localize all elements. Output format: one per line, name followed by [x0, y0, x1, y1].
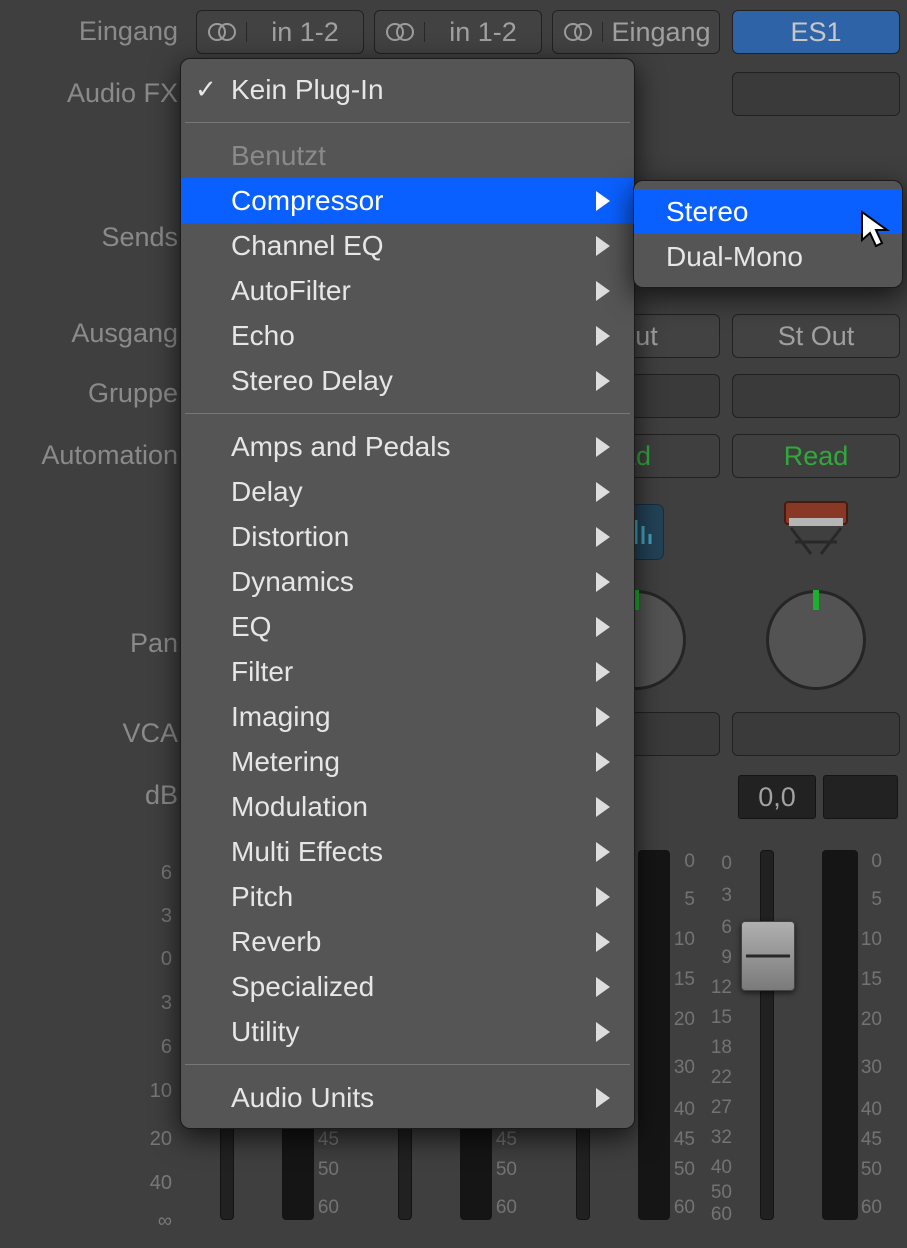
- input-label-1: in 1-2: [247, 17, 363, 48]
- menu-echo[interactable]: Echo: [181, 313, 634, 358]
- input-slot-3[interactable]: Eingang: [552, 10, 720, 54]
- automation-mode-4[interactable]: Read: [732, 434, 900, 478]
- chevron-right-icon: [596, 977, 610, 997]
- row-label-eingang: Eingang: [79, 16, 178, 47]
- menu-pitch[interactable]: Pitch: [181, 874, 634, 919]
- input-label-2: in 1-2: [425, 17, 541, 48]
- chevron-right-icon: [596, 932, 610, 952]
- menu-channel-eq[interactable]: Channel EQ: [181, 223, 634, 268]
- chevron-right-icon: [596, 281, 610, 301]
- db-value-4[interactable]: 0,0: [738, 775, 816, 819]
- group-slot-4[interactable]: [732, 374, 900, 418]
- chevron-right-icon: [596, 752, 610, 772]
- chevron-right-icon: [596, 707, 610, 727]
- check-icon: ✓: [195, 74, 217, 105]
- input-label-3: Eingang: [603, 17, 719, 48]
- menu-filter[interactable]: Filter: [181, 649, 634, 694]
- menu-specialized[interactable]: Specialized: [181, 964, 634, 1009]
- chevron-right-icon: [596, 191, 610, 211]
- chevron-right-icon: [596, 887, 610, 907]
- menu-metering[interactable]: Metering: [181, 739, 634, 784]
- menu-imaging[interactable]: Imaging: [181, 694, 634, 739]
- plugin-menu[interactable]: ✓ Kein Plug-In Benutzt Compressor Channe…: [180, 58, 635, 1129]
- chevron-right-icon: [596, 527, 610, 547]
- menu-separator: [185, 1064, 630, 1065]
- menu-dynamics[interactable]: Dynamics: [181, 559, 634, 604]
- stereo-icon: [553, 22, 603, 42]
- chevron-right-icon: [596, 797, 610, 817]
- chevron-right-icon: [596, 236, 610, 256]
- menu-multi-effects[interactable]: Multi Effects: [181, 829, 634, 874]
- menu-eq[interactable]: EQ: [181, 604, 634, 649]
- chevron-right-icon: [596, 437, 610, 457]
- menu-separator: [185, 122, 630, 123]
- chevron-right-icon: [596, 371, 610, 391]
- stereo-icon: [375, 22, 425, 42]
- output-slot-4[interactable]: St Out: [732, 314, 900, 358]
- menu-stereo-delay[interactable]: Stereo Delay: [181, 358, 634, 403]
- fader-handle-4[interactable]: [741, 921, 795, 991]
- input-slot-2[interactable]: in 1-2: [374, 10, 542, 54]
- row-label-ausgang: Ausgang: [71, 318, 178, 349]
- menu-header-used: Benutzt: [181, 133, 634, 178]
- menu-autofilter[interactable]: AutoFilter: [181, 268, 634, 313]
- stereo-icon: [197, 22, 247, 42]
- menu-distortion[interactable]: Distortion: [181, 514, 634, 559]
- synth-icon[interactable]: [771, 498, 861, 558]
- instrument-slot-4[interactable]: ES1: [732, 10, 900, 54]
- chevron-right-icon: [596, 482, 610, 502]
- master-fader-scale: 6 3 0 3 6 10 20 40 ∞: [0, 850, 184, 1230]
- fader-4[interactable]: [760, 850, 774, 1220]
- fader-area-4: 0 3 6 9 12 15 18 22 27 32 40 50 60 0 5 1…: [728, 850, 904, 1230]
- menu-compressor[interactable]: Compressor: [181, 178, 634, 223]
- menu-separator: [185, 413, 630, 414]
- menu-audio-units[interactable]: Audio Units: [181, 1075, 634, 1120]
- row-label-automation: Automation: [41, 440, 178, 471]
- audio-fx-slot-4[interactable]: [732, 72, 900, 116]
- menu-delay[interactable]: Delay: [181, 469, 634, 514]
- row-label-gruppe: Gruppe: [88, 378, 178, 409]
- meter-4: [822, 850, 858, 1220]
- menu-utility[interactable]: Utility: [181, 1009, 634, 1054]
- row-label-audio-fx: Audio FX: [67, 78, 178, 109]
- meter-3: [638, 850, 670, 1220]
- menu-no-plugin[interactable]: ✓ Kein Plug-In: [181, 67, 634, 112]
- row-label-sends: Sends: [101, 222, 178, 253]
- vca-slot-4[interactable]: [732, 712, 900, 756]
- input-slot-1[interactable]: in 1-2: [196, 10, 364, 54]
- chevron-right-icon: [596, 572, 610, 592]
- peak-meter-4: [823, 775, 898, 819]
- chevron-right-icon: [596, 1022, 610, 1042]
- row-label-pan: Pan: [130, 628, 178, 659]
- row-label-vca: VCA: [122, 718, 178, 749]
- chevron-right-icon: [596, 1088, 610, 1108]
- menu-reverb[interactable]: Reverb: [181, 919, 634, 964]
- chevron-right-icon: [596, 662, 610, 682]
- chevron-right-icon: [596, 617, 610, 637]
- chevron-right-icon: [596, 842, 610, 862]
- cursor-icon: [860, 210, 894, 257]
- pan-knob-4[interactable]: [766, 590, 866, 690]
- menu-amps-pedals[interactable]: Amps and Pedals: [181, 424, 634, 469]
- chevron-right-icon: [596, 326, 610, 346]
- row-label-db: dB: [145, 780, 178, 811]
- menu-modulation[interactable]: Modulation: [181, 784, 634, 829]
